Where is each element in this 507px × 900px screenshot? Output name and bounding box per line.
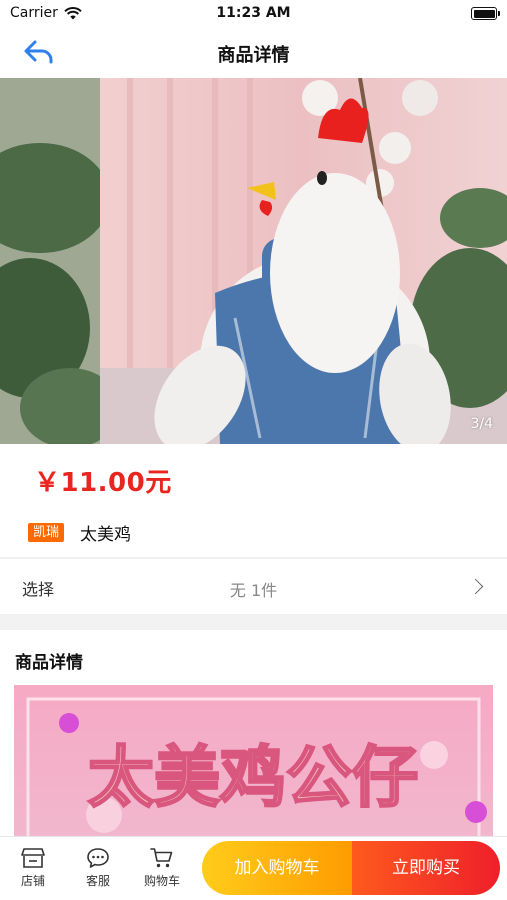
tab-cart-label: 购物车 [143,874,180,888]
tab-store[interactable]: 店铺 [8,847,58,889]
spec-selector-row[interactable]: 选择 无 1件 [0,558,507,614]
product-price: ￥11.00元 [34,468,172,498]
tab-customer-service-label: 客服 [85,874,110,888]
product-name: 太美鸡 [80,525,131,545]
detail-banner-graphic: 太美鸡公仔 [14,685,493,845]
product-detail-section: 商品详情 太美鸡公仔 [0,630,507,845]
bottom-action-bar: 店铺 客服 购物车 加入购物车 立即购买 [0,836,507,900]
detail-banner-title: 太美鸡公仔 [88,739,418,816]
page-title: 商品详情 [217,45,290,66]
tab-customer-service[interactable]: 客服 [73,847,123,889]
product-photo [0,78,507,444]
detail-banner-image: 太美鸡公仔 [14,685,493,845]
gallery-page-indicator: 3/4 [470,416,493,432]
add-to-cart-button[interactable]: 加入购物车 [202,841,352,895]
product-info: ￥11.00元 凯瑞 太美鸡 [0,444,507,557]
buy-now-button[interactable]: 立即购买 [352,841,500,895]
tab-cart[interactable]: 购物车 [137,847,187,889]
store-icon [21,848,45,868]
chat-icon [87,848,109,868]
status-time: 11:23 AM [216,5,291,21]
battery-icon [471,7,500,20]
detail-heading: 商品详情 [15,653,83,673]
product-image-gallery[interactable]: 3/4 [0,78,507,444]
spec-selector-value: 无 1件 [229,581,278,600]
tab-store-label: 店铺 [20,874,45,888]
nav-bar: 商品详情 [0,28,507,78]
cart-icon [150,848,173,868]
brand-badge: 凯瑞 [28,523,65,542]
status-bar: Carrier 11:23 AM [0,0,507,28]
